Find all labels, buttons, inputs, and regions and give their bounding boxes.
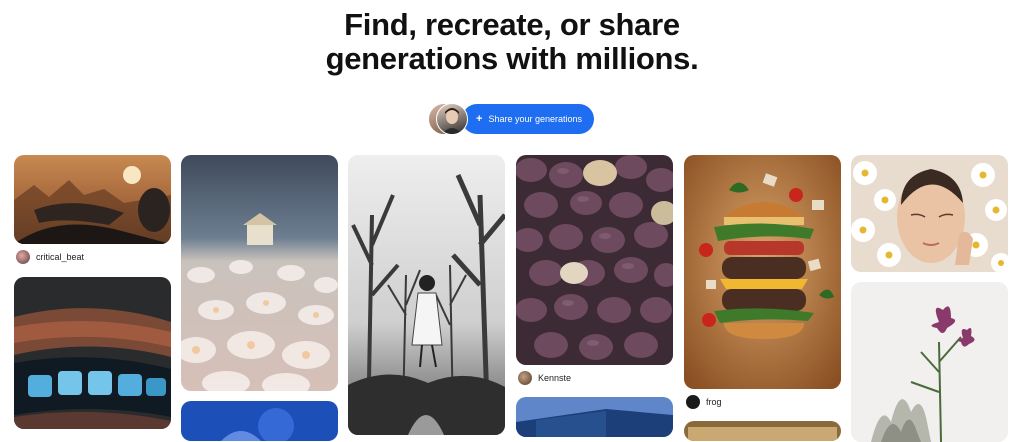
- avatar: [16, 250, 30, 264]
- gallery-image-floating-burger[interactable]: [684, 155, 841, 389]
- plus-icon: +: [476, 113, 483, 125]
- gallery-image-desert-hover-bike[interactable]: [14, 155, 171, 244]
- page-title: Find, recreate, or share generations wit…: [0, 8, 1024, 76]
- share-cta: + Share your generations: [426, 103, 594, 135]
- avatar: [518, 371, 532, 385]
- gallery-image-flower-field-gazebo[interactable]: [181, 155, 338, 391]
- avatar-stack: [426, 103, 468, 135]
- gallery-image-bw-girl-in-forest[interactable]: [348, 155, 505, 435]
- avatar: [686, 395, 700, 409]
- page-title-line-2: generations with millions.: [325, 41, 699, 76]
- gallery-image-food-tray[interactable]: [684, 421, 841, 441]
- gallery-image-neon-grill-teeth[interactable]: [14, 277, 171, 429]
- share-generations-button[interactable]: + Share your generations: [462, 104, 594, 134]
- share-generations-label: Share your generations: [488, 114, 582, 124]
- username: frog: [706, 397, 722, 407]
- gallery-image-dried-flower-vase[interactable]: [851, 282, 1008, 442]
- page-title-line-1: Find, recreate, or share: [344, 7, 680, 42]
- gallery-image-building-roof[interactable]: [516, 397, 673, 437]
- user-critical-beat[interactable]: critical_beat: [16, 250, 84, 264]
- user-kennste[interactable]: Kennste: [518, 371, 571, 385]
- username: critical_beat: [36, 252, 85, 262]
- gallery-image-woman-with-daisies[interactable]: [851, 155, 1008, 272]
- username: Kennste: [538, 373, 572, 383]
- gallery-image-purple-stones[interactable]: [516, 155, 673, 365]
- gallery-image-blue-night-scene[interactable]: [181, 401, 338, 441]
- avatar: [436, 103, 468, 135]
- user-frog[interactable]: frog: [686, 395, 722, 409]
